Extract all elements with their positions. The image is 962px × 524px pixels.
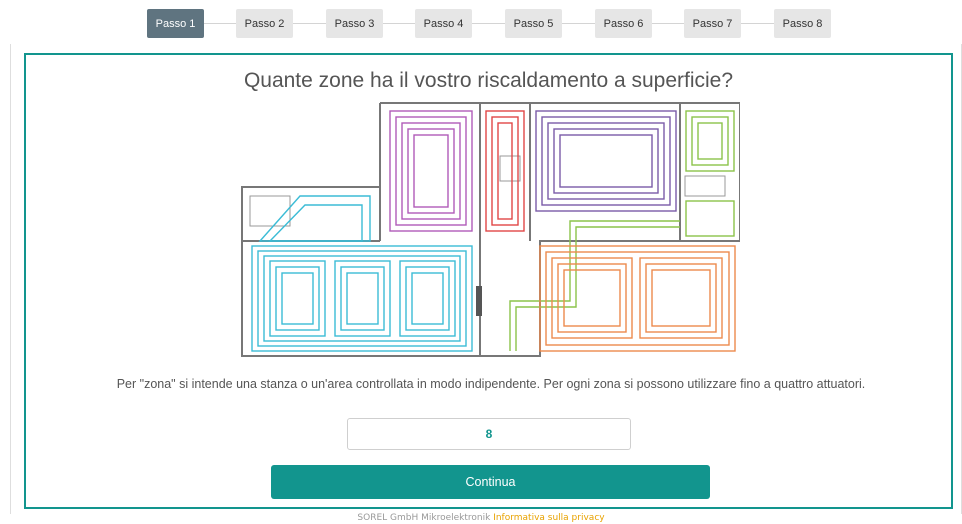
step-7[interactable]: Passo 7 [684,9,741,38]
zones-count-input[interactable] [347,418,631,450]
footer: SOREL GmbH Mikroelektronik Informativa s… [0,513,962,523]
step-2[interactable]: Passo 2 [236,9,293,38]
question-card: Quante zone ha il vostro riscaldamento a… [24,53,953,509]
step-4[interactable]: Passo 4 [415,9,472,38]
privacy-link[interactable]: Informativa sulla privacy [493,513,604,523]
page-title: Quante zone ha il vostro riscaldamento a… [243,69,734,92]
stepper: Passo 1 Passo 2 Passo 3 Passo 4 Passo 5 … [0,9,962,38]
footer-company: SOREL GmbH Mikroelektronik [357,513,491,523]
step-1[interactable]: Passo 1 [147,9,204,38]
zone-description: Per "zona" si intende una stanza o un'ar… [116,377,866,391]
floor-plan-illustration [241,102,740,357]
step-8[interactable]: Passo 8 [774,9,831,38]
step-5[interactable]: Passo 5 [505,9,562,38]
step-3[interactable]: Passo 3 [326,9,383,38]
step-6[interactable]: Passo 6 [595,9,652,38]
continue-button[interactable]: Continua [271,465,710,499]
